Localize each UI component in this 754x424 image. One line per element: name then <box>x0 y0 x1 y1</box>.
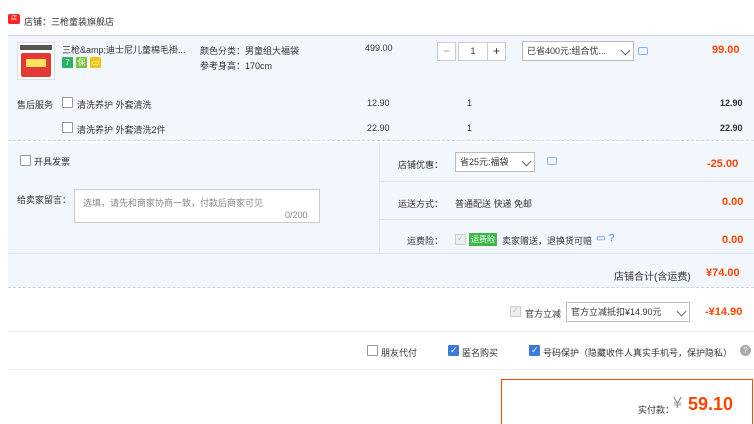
product-title[interactable]: 三枪&amp;迪士尼儿童棉毛褂... <box>62 43 186 56</box>
shop-discount-amount: -25.00 <box>707 158 739 170</box>
official-discount-checkbox <box>510 306 521 317</box>
sku-size: 参考身高：170cm <box>200 61 273 71</box>
divider <box>8 369 754 370</box>
message-placeholder: 选填，请先和商家协商一致，付款后商家可见 <box>83 198 264 208</box>
quantity-decrement-button[interactable]: − <box>437 42 456 61</box>
message-label: 给卖家留言： <box>17 195 72 205</box>
shipping-label: 运送方式： <box>398 199 444 209</box>
chevron-down-icon <box>676 306 687 317</box>
insurance-tag: 运费险 <box>469 233 497 246</box>
payment-currency: ¥ <box>673 395 682 412</box>
insurance-label: 运费险： <box>407 236 444 246</box>
help-icon[interactable]: ? <box>609 233 615 244</box>
divider <box>8 331 754 332</box>
divider <box>8 253 754 254</box>
shop-discount-label: 店铺优惠： <box>398 160 444 170</box>
chevron-down-icon <box>620 45 631 56</box>
quantity-increment-button[interactable]: + <box>487 42 506 61</box>
official-discount-select[interactable]: 官方立减抵扣¥14.90元 <box>566 302 690 322</box>
service-checkbox[interactable] <box>62 122 73 133</box>
help-icon[interactable]: ? <box>740 345 751 356</box>
service-total: 12.90 <box>720 98 743 108</box>
official-discount-label: 官方立减 <box>525 309 562 319</box>
service-price: 12.90 <box>367 98 390 108</box>
chat-icon[interactable]: ▭ <box>596 233 605 244</box>
insurance-amount: 0.00 <box>722 234 744 246</box>
unit-price: 499.00 <box>365 43 393 53</box>
chevron-down-icon <box>521 156 532 167</box>
friend-pay-checkbox[interactable] <box>367 345 378 356</box>
item-promo-select[interactable]: 已省400元:组合优... <box>522 41 634 61</box>
after-sales-label: 售后服务 <box>17 100 54 110</box>
service-name: 清洗养护 外套清洗 <box>77 100 152 110</box>
chat-icon[interactable] <box>547 157 557 165</box>
service-total: 22.90 <box>720 123 743 133</box>
shop-discount-select[interactable]: 省25元:福袋 <box>455 152 535 172</box>
invoice-label: 开具发票 <box>34 157 71 167</box>
service-checkbox[interactable] <box>62 97 73 108</box>
shop-total-label: 店铺合计(含运费) <box>614 272 691 283</box>
message-counter: 0/200 <box>285 210 308 220</box>
number-protect-label: 号码保护（隐藏收件人真实手机号，保护隐私） <box>543 348 733 358</box>
payment-label: 实付款： <box>638 405 675 415</box>
insurance-desc: 卖家赠送，退换货可赔 <box>502 236 593 246</box>
service-qty: 1 <box>467 123 473 133</box>
shop-total-amount: ¥74.00 <box>706 267 740 279</box>
friend-pay-label: 朋友代付 <box>381 348 418 358</box>
card-icon: ▭ <box>90 57 101 68</box>
service-name: 清洗养护 外套清洗2件 <box>77 125 166 135</box>
divider <box>379 181 754 182</box>
product-thumbnail[interactable] <box>17 42 55 80</box>
insurance-checkbox <box>455 234 466 245</box>
anonymous-label: 匿名购买 <box>462 348 499 358</box>
divider <box>379 219 754 220</box>
shipping-value: 普通配送 快递 免邮 <box>455 199 533 209</box>
service-price: 22.90 <box>367 123 390 133</box>
anonymous-checkbox[interactable] <box>448 345 459 356</box>
official-discount-amount: -¥14.90 <box>705 306 743 318</box>
shipping-amount: 0.00 <box>722 196 744 208</box>
item-promo-value: 已省400元:组合优... <box>527 46 607 56</box>
seven-day-return-icon: 7 <box>62 57 73 68</box>
sku-color: 颜色分类：男童组大福袋 <box>200 46 300 56</box>
invoice-checkbox[interactable] <box>20 155 31 166</box>
quantity-input[interactable]: 1 <box>458 42 488 61</box>
payment-amount: 59.10 <box>688 394 734 414</box>
number-protect-checkbox[interactable] <box>529 345 540 356</box>
official-discount-value: 官方立减抵扣¥14.90元 <box>571 307 662 317</box>
chat-icon[interactable] <box>638 47 648 55</box>
item-total: 99.00 <box>712 44 740 56</box>
store-icon: 店 <box>8 14 20 24</box>
shop-name[interactable]: 店铺：三枪童装旗舰店 <box>24 15 114 28</box>
divider <box>379 143 380 253</box>
service-qty: 1 <box>467 98 473 108</box>
guarantee-icon: 保 <box>76 57 87 68</box>
shop-discount-value: 省25元:福袋 <box>460 157 509 167</box>
